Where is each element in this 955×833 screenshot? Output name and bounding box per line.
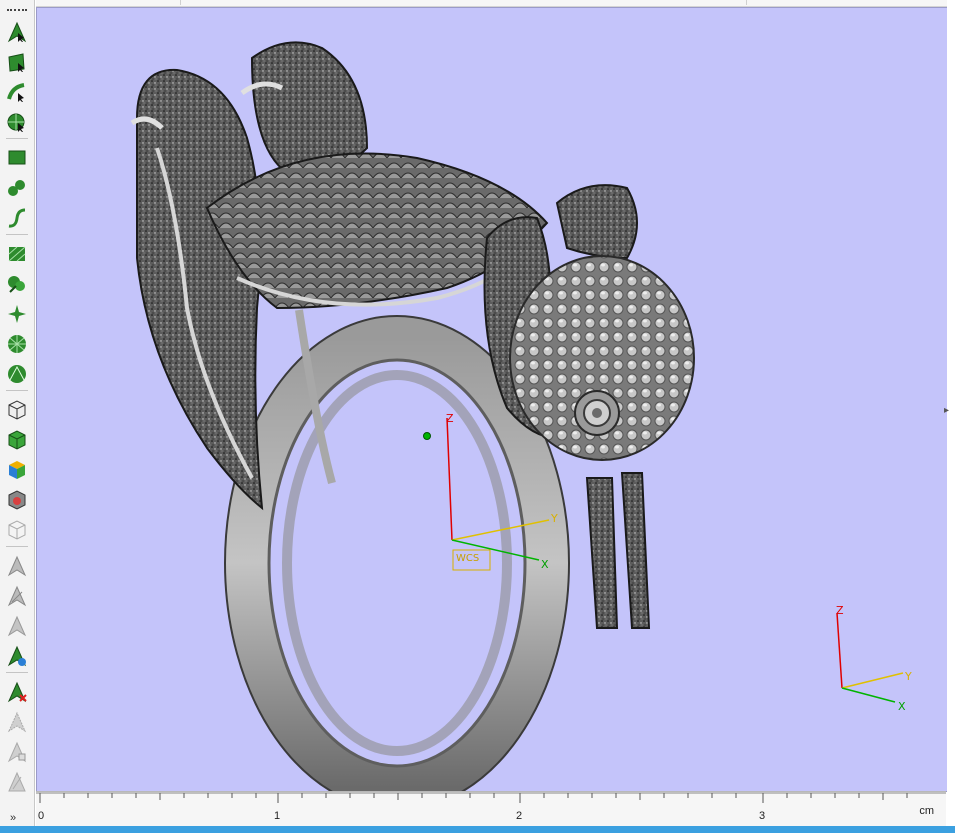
- select-point-icon[interactable]: [5, 20, 29, 44]
- 3d-viewport[interactable]: Z Y X WCS Z Y X: [36, 7, 948, 792]
- cube-select-icon[interactable]: [5, 398, 29, 422]
- triangle-delete-icon[interactable]: [5, 680, 29, 704]
- wcs-x-label: X: [541, 558, 549, 571]
- cube-color-icon[interactable]: [5, 458, 29, 482]
- left-toolbar: »: [0, 0, 35, 826]
- select-patch-icon[interactable]: [5, 272, 29, 296]
- ruler-label-2: 2: [516, 810, 523, 822]
- select-solid-icon[interactable]: [5, 110, 29, 134]
- triangle-alt-icon[interactable]: [5, 584, 29, 608]
- triad-x-label: X: [898, 700, 906, 713]
- ruler-label-3: 3: [759, 810, 766, 822]
- select-mesh-icon[interactable]: [5, 242, 29, 266]
- triangle-ghost-icon[interactable]: [5, 710, 29, 734]
- select-sphere-icon[interactable]: [5, 332, 29, 356]
- cad-application-window: » Z Y X WCS Z Y X ▸ 0 1 2 3 cm: [0, 0, 955, 833]
- select-surface-icon[interactable]: [5, 176, 29, 200]
- select-face-alt-icon[interactable]: [5, 146, 29, 170]
- cube-hidden-icon[interactable]: [5, 518, 29, 542]
- view-triad: [836, 612, 904, 703]
- triangle-copy-icon[interactable]: [5, 740, 29, 764]
- wcs-z-label: Z: [446, 412, 454, 425]
- ruler-ticks: [36, 792, 946, 803]
- triangle-last-icon[interactable]: [5, 770, 29, 794]
- ruler-label-0: 0: [38, 810, 45, 822]
- top-separator: [36, 0, 955, 7]
- triangle-icon[interactable]: [5, 554, 29, 578]
- toolbar-overflow-button[interactable]: »: [10, 812, 16, 824]
- toolbar-grip[interactable]: [7, 9, 27, 11]
- wcs-label: WCS: [456, 553, 480, 564]
- select-curve-icon[interactable]: [5, 206, 29, 230]
- select-vertex-icon[interactable]: [5, 362, 29, 386]
- bottom-ruler: 0 1 2 3 cm: [36, 791, 946, 827]
- select-group-icon[interactable]: [5, 302, 29, 326]
- panel-collapse-handle[interactable]: ▸: [944, 405, 949, 416]
- select-face-icon[interactable]: [5, 50, 29, 74]
- select-edge-icon[interactable]: [5, 80, 29, 104]
- ruler-label-1: 1: [274, 810, 281, 822]
- cube-render-icon[interactable]: [5, 488, 29, 512]
- wcs-y-label: Y: [551, 512, 558, 525]
- scene-canvas: [130, 41, 904, 791]
- triangle-blue-icon[interactable]: [5, 644, 29, 668]
- triad-z-label: Z: [836, 604, 844, 617]
- status-bar: [0, 826, 955, 833]
- cube-add-icon[interactable]: [5, 428, 29, 452]
- ruler-unit-label: cm: [919, 805, 934, 817]
- triad-y-label: Y: [905, 670, 912, 683]
- triangle-dim-icon[interactable]: [5, 614, 29, 638]
